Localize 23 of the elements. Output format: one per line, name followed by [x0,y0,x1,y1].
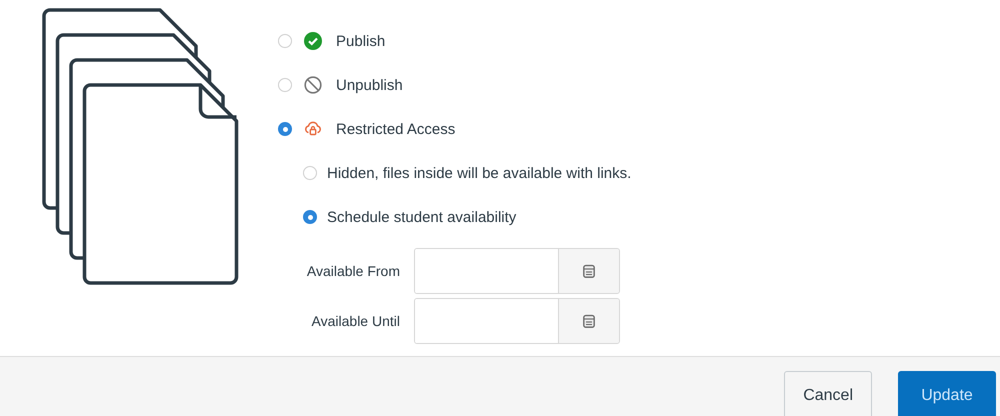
option-label: Restricted Access [336,120,456,138]
field-label: Available From [306,263,401,279]
ban-icon [304,76,322,94]
date-field[interactable] [414,248,620,294]
radio-button[interactable] [278,34,292,48]
calendar-icon [583,264,595,278]
calendar-button[interactable] [558,299,619,343]
radio-button[interactable] [303,166,317,180]
cloud-lock-icon [304,120,322,138]
option-label: Schedule student availability [327,208,516,226]
check-circle-icon [304,32,322,50]
date-field[interactable] [414,298,620,344]
option-label: Unpublish [336,76,403,94]
update-button[interactable]: Update [898,371,996,416]
calendar-button[interactable] [558,249,619,293]
radio-button[interactable] [278,78,292,92]
radio-button[interactable] [278,122,292,136]
field-label: Available Until [310,313,401,329]
option-label: Hidden, files inside will be available with links. [327,164,632,182]
calendar-icon [583,314,595,328]
option-label: Publish [336,32,386,50]
cancel-button[interactable]: Cancel [784,371,872,416]
radio-button[interactable] [303,210,317,224]
